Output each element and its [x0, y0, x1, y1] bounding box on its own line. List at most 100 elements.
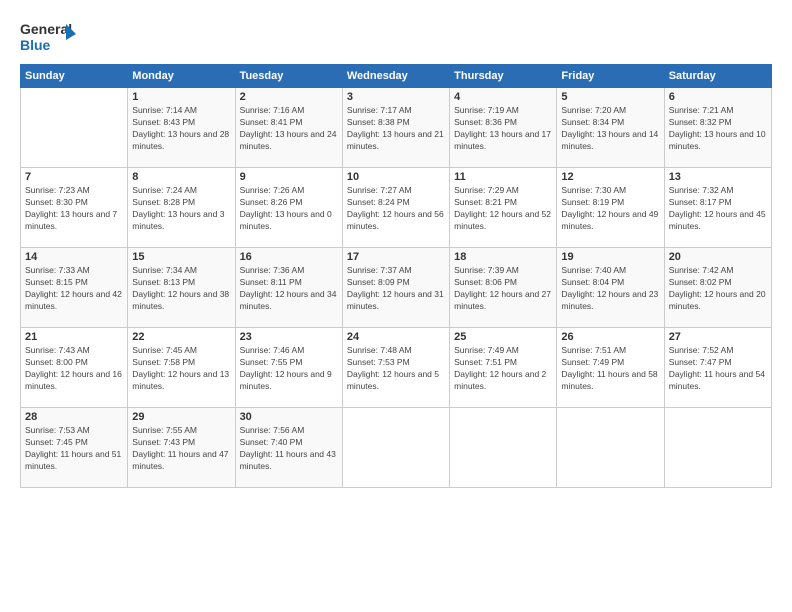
cell-3-2: 15Sunrise: 7:34 AMSunset: 8:13 PMDayligh…: [128, 248, 235, 328]
cell-info: Sunrise: 7:29 AMSunset: 8:21 PMDaylight:…: [454, 185, 552, 233]
cell-5-6: [557, 408, 664, 488]
day-number: 22: [132, 331, 230, 343]
day-number: 25: [454, 331, 552, 343]
week-row-5: 28Sunrise: 7:53 AMSunset: 7:45 PMDayligh…: [21, 408, 772, 488]
calendar-table: SundayMondayTuesdayWednesdayThursdayFrid…: [20, 64, 772, 488]
cell-info: Sunrise: 7:23 AMSunset: 8:30 PMDaylight:…: [25, 185, 123, 233]
svg-text:Blue: Blue: [20, 37, 51, 53]
cell-info: Sunrise: 7:24 AMSunset: 8:28 PMDaylight:…: [132, 185, 230, 233]
cell-info: Sunrise: 7:27 AMSunset: 8:24 PMDaylight:…: [347, 185, 445, 233]
day-number: 7: [25, 171, 123, 183]
cell-3-3: 16 Sunrise: 7:36 AMSunset: 8:11 PMDayligh…: [235, 248, 342, 328]
cell-info: Sunrise: 7:43 AMSunset: 8:00 PMDaylight:…: [25, 345, 123, 393]
logo-svg: GeneralBlue: [20, 18, 78, 54]
day-number: 11: [454, 171, 552, 183]
cell-4-7: 27 Sunrise: 7:52 AMSunset: 7:47 PMDayligh…: [664, 328, 771, 408]
day-number: 16: [240, 251, 338, 263]
cell-info: Sunrise: 7:48 AMSunset: 7:53 PMDaylight:…: [347, 345, 445, 393]
day-number: 21: [25, 331, 123, 343]
day-number: 27: [669, 331, 767, 343]
cell-3-6: 19Sunrise: 7:40 AMSunset: 8:04 PMDayligh…: [557, 248, 664, 328]
cell-3-7: 20 Sunrise: 7:42 AMSunset: 8:02 PMDayligh…: [664, 248, 771, 328]
cell-5-1: 28Sunrise: 7:53 AMSunset: 7:45 PMDayligh…: [21, 408, 128, 488]
cell-info: Sunrise: 7:42 AMSunset: 8:02 PMDaylight:…: [669, 265, 767, 313]
cell-info: Sunrise: 7:26 AMSunset: 8:26 PMDaylight:…: [240, 185, 338, 233]
cell-2-4: 10 Sunrise: 7:27 AMSunset: 8:24 PMDayligh…: [342, 168, 449, 248]
cell-info: Sunrise: 7:36 AMSunset: 8:11 PMDaylight:…: [240, 265, 338, 313]
day-number: 3: [347, 91, 445, 103]
header-day-tuesday: Tuesday: [235, 65, 342, 88]
cell-info: Sunrise: 7:51 AMSunset: 7:49 PMDaylight:…: [561, 345, 659, 393]
cell-4-6: 26 Sunrise: 7:51 AMSunset: 7:49 PMDayligh…: [557, 328, 664, 408]
day-number: 8: [132, 171, 230, 183]
cell-1-7: 6 Sunrise: 7:21 AMSunset: 8:32 PMDaylight…: [664, 88, 771, 168]
cell-5-4: [342, 408, 449, 488]
cell-info: Sunrise: 7:30 AMSunset: 8:19 PMDaylight:…: [561, 185, 659, 233]
day-number: 9: [240, 171, 338, 183]
header-day-thursday: Thursday: [450, 65, 557, 88]
day-number: 4: [454, 91, 552, 103]
week-row-2: 7 Sunrise: 7:23 AMSunset: 8:30 PMDaylight…: [21, 168, 772, 248]
svg-text:General: General: [20, 21, 72, 37]
cell-info: Sunrise: 7:49 AMSunset: 7:51 PMDaylight:…: [454, 345, 552, 393]
day-number: 18: [454, 251, 552, 263]
cell-info: Sunrise: 7:39 AMSunset: 8:06 PMDaylight:…: [454, 265, 552, 313]
cell-info: Sunrise: 7:55 AMSunset: 7:43 PMDaylight:…: [132, 425, 230, 473]
day-number: 13: [669, 171, 767, 183]
day-number: 30: [240, 411, 338, 423]
day-number: 28: [25, 411, 123, 423]
header-day-saturday: Saturday: [664, 65, 771, 88]
cell-4-2: 22 Sunrise: 7:45 AMSunset: 7:58 PMDayligh…: [128, 328, 235, 408]
header-row: SundayMondayTuesdayWednesdayThursdayFrid…: [21, 65, 772, 88]
cell-2-7: 13Sunrise: 7:32 AMSunset: 8:17 PMDayligh…: [664, 168, 771, 248]
week-row-4: 21 Sunrise: 7:43 AMSunset: 8:00 PMDayligh…: [21, 328, 772, 408]
cell-3-4: 17 Sunrise: 7:37 AMSunset: 8:09 PMDayligh…: [342, 248, 449, 328]
cell-5-3: 30 Sunrise: 7:56 AMSunset: 7:40 PMDayligh…: [235, 408, 342, 488]
week-row-1: 1 Sunrise: 7:14 AMSunset: 8:43 PMDaylight…: [21, 88, 772, 168]
cell-5-7: [664, 408, 771, 488]
day-number: 1: [132, 91, 230, 103]
cell-2-6: 12 Sunrise: 7:30 AMSunset: 8:19 PMDayligh…: [557, 168, 664, 248]
day-number: 24: [347, 331, 445, 343]
cell-info: Sunrise: 7:33 AMSunset: 8:15 PMDaylight:…: [25, 265, 123, 313]
cell-info: Sunrise: 7:52 AMSunset: 7:47 PMDaylight:…: [669, 345, 767, 393]
cell-info: Sunrise: 7:17 AMSunset: 8:38 PMDaylight:…: [347, 105, 445, 153]
cell-1-6: 5 Sunrise: 7:20 AMSunset: 8:34 PMDaylight…: [557, 88, 664, 168]
cell-info: Sunrise: 7:14 AMSunset: 8:43 PMDaylight:…: [132, 105, 230, 153]
day-number: 15: [132, 251, 230, 263]
cell-5-5: [450, 408, 557, 488]
day-number: 20: [669, 251, 767, 263]
cell-2-3: 9 Sunrise: 7:26 AMSunset: 8:26 PMDaylight…: [235, 168, 342, 248]
cell-info: Sunrise: 7:20 AMSunset: 8:34 PMDaylight:…: [561, 105, 659, 153]
week-row-3: 14 Sunrise: 7:33 AMSunset: 8:15 PMDayligh…: [21, 248, 772, 328]
cell-info: Sunrise: 7:46 AMSunset: 7:55 PMDaylight:…: [240, 345, 338, 393]
cell-info: Sunrise: 7:21 AMSunset: 8:32 PMDaylight:…: [669, 105, 767, 153]
day-number: 10: [347, 171, 445, 183]
logo: GeneralBlue: [20, 18, 78, 54]
day-number: 6: [669, 91, 767, 103]
day-number: 26: [561, 331, 659, 343]
cell-info: Sunrise: 7:56 AMSunset: 7:40 PMDaylight:…: [240, 425, 338, 473]
cell-5-2: 29Sunrise: 7:55 AMSunset: 7:43 PMDayligh…: [128, 408, 235, 488]
day-number: 12: [561, 171, 659, 183]
header-day-sunday: Sunday: [21, 65, 128, 88]
cell-3-5: 18 Sunrise: 7:39 AMSunset: 8:06 PMDayligh…: [450, 248, 557, 328]
cell-2-1: 7 Sunrise: 7:23 AMSunset: 8:30 PMDaylight…: [21, 168, 128, 248]
cell-1-5: 4Sunrise: 7:19 AMSunset: 8:36 PMDaylight…: [450, 88, 557, 168]
day-number: 19: [561, 251, 659, 263]
cell-4-4: 24 Sunrise: 7:48 AMSunset: 7:53 PMDayligh…: [342, 328, 449, 408]
cell-1-4: 3 Sunrise: 7:17 AMSunset: 8:38 PMDaylight…: [342, 88, 449, 168]
cell-info: Sunrise: 7:37 AMSunset: 8:09 PMDaylight:…: [347, 265, 445, 313]
day-number: 14: [25, 251, 123, 263]
header-day-monday: Monday: [128, 65, 235, 88]
cell-info: Sunrise: 7:45 AMSunset: 7:58 PMDaylight:…: [132, 345, 230, 393]
cell-1-2: 1 Sunrise: 7:14 AMSunset: 8:43 PMDaylight…: [128, 88, 235, 168]
header-day-friday: Friday: [557, 65, 664, 88]
cell-3-1: 14 Sunrise: 7:33 AMSunset: 8:15 PMDayligh…: [21, 248, 128, 328]
day-number: 17: [347, 251, 445, 263]
day-number: 5: [561, 91, 659, 103]
cell-1-3: 2Sunrise: 7:16 AMSunset: 8:41 PMDaylight…: [235, 88, 342, 168]
cell-4-5: 25 Sunrise: 7:49 AMSunset: 7:51 PMDayligh…: [450, 328, 557, 408]
cell-info: Sunrise: 7:16 AMSunset: 8:41 PMDaylight:…: [240, 105, 338, 153]
cell-1-1: [21, 88, 128, 168]
